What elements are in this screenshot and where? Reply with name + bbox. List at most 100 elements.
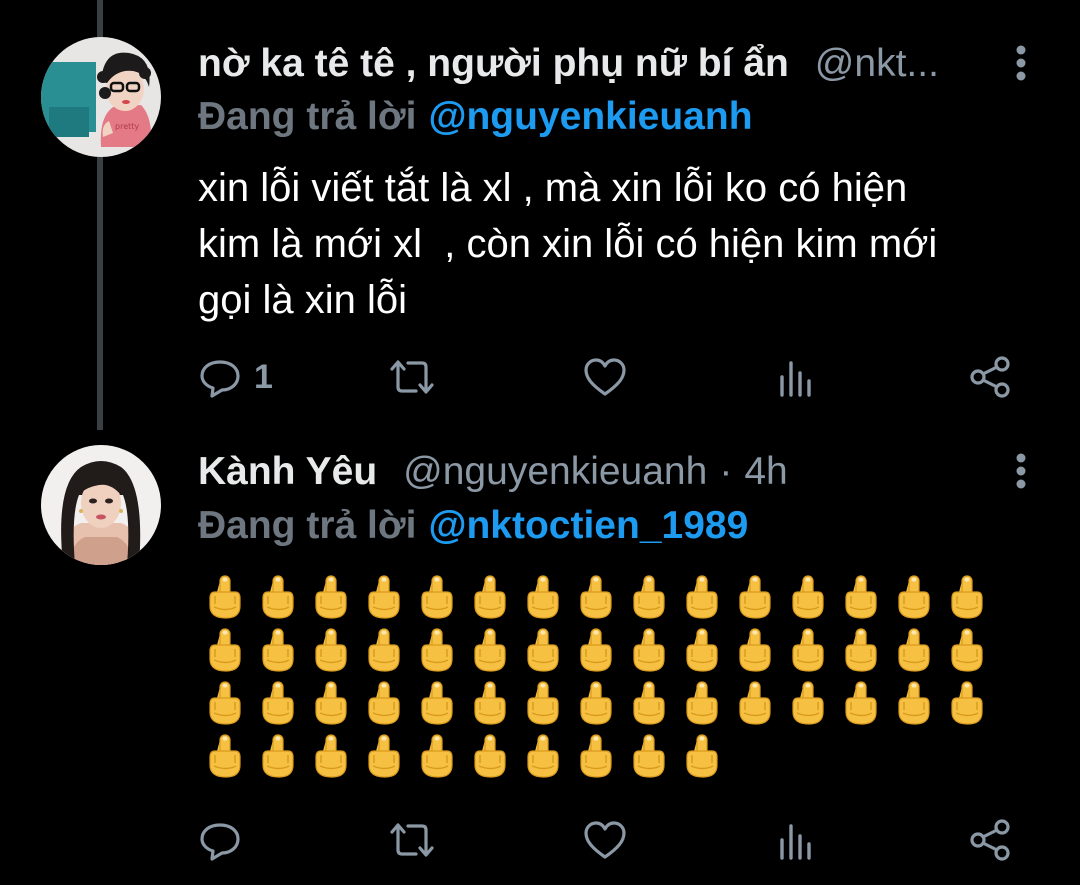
middle-finger-emoji <box>940 623 993 676</box>
retweet-button[interactable] <box>386 352 438 402</box>
middle-finger-emoji <box>569 676 622 729</box>
middle-finger-emoji <box>781 570 834 623</box>
middle-finger-emoji <box>834 623 887 676</box>
middle-finger-emoji <box>569 570 622 623</box>
middle-finger-emoji <box>622 623 675 676</box>
middle-finger-emoji <box>251 729 304 782</box>
middle-finger-emoji <box>516 623 569 676</box>
handle[interactable]: @nkt... <box>815 42 939 86</box>
avatar[interactable]: pretty <box>41 37 161 157</box>
middle-finger-emoji <box>463 623 516 676</box>
replying-to-handle[interactable]: @nguyenkieuanh <box>428 95 752 139</box>
middle-finger-emoji <box>357 570 410 623</box>
middle-finger-emoji <box>304 729 357 782</box>
middle-finger-emoji <box>675 623 728 676</box>
heart-icon <box>584 821 626 859</box>
share-icon <box>970 356 1010 398</box>
middle-finger-emoji <box>569 623 622 676</box>
share-icon <box>970 819 1010 861</box>
reply-button[interactable] <box>198 815 242 865</box>
retweet-icon <box>390 823 434 857</box>
middle-finger-emoji <box>516 570 569 623</box>
like-button[interactable] <box>582 352 628 402</box>
share-button[interactable] <box>968 352 1012 402</box>
heart-icon <box>584 358 626 396</box>
replying-to-handle-part: @nkt <box>428 504 525 547</box>
avatar-photo-icon <box>41 445 161 565</box>
analytics-icon <box>780 824 811 860</box>
emoji-content <box>198 570 998 782</box>
more-options-button[interactable] <box>1006 38 1036 88</box>
middle-finger-emoji <box>198 729 251 782</box>
replying-to: Đang trả lời @nguyenkieuanh <box>198 89 753 145</box>
middle-finger-emoji <box>781 623 834 676</box>
reply-button[interactable]: 1 <box>198 352 273 402</box>
more-options-button[interactable] <box>1006 446 1036 496</box>
middle-finger-emoji <box>251 676 304 729</box>
middle-finger-emoji <box>781 676 834 729</box>
replying-to-handle[interactable]: @nktoctien_1989 <box>428 504 748 548</box>
middle-finger-emoji <box>887 676 940 729</box>
middle-finger-emoji <box>251 623 304 676</box>
middle-finger-emoji <box>463 729 516 782</box>
middle-finger-emoji <box>675 676 728 729</box>
middle-finger-emoji <box>357 623 410 676</box>
replying-to-label: Đang trả lời <box>198 95 417 138</box>
more-vertical-icon <box>1016 453 1026 489</box>
reply-icon <box>200 360 240 398</box>
middle-finger-emoji <box>304 623 357 676</box>
middle-finger-emoji <box>622 676 675 729</box>
middle-finger-emoji <box>198 623 251 676</box>
middle-finger-emoji <box>834 676 887 729</box>
tweet-header: Kành Yêu @nguyenkieuanh · 4h <box>198 442 988 502</box>
display-name[interactable]: Kành Yêu <box>198 450 377 494</box>
reply-icon <box>200 823 240 861</box>
middle-finger-emoji <box>463 570 516 623</box>
middle-finger-emoji <box>357 676 410 729</box>
middle-finger-emoji <box>569 729 622 782</box>
handle[interactable]: @nguyenkieuanh <box>403 450 707 494</box>
replying-to-label: Đang trả lời <box>198 504 417 547</box>
middle-finger-emoji <box>622 729 675 782</box>
middle-finger-emoji <box>304 676 357 729</box>
middle-finger-emoji <box>463 676 516 729</box>
reply-count: 1 <box>254 357 273 396</box>
middle-finger-emoji <box>622 570 675 623</box>
middle-finger-emoji <box>198 570 251 623</box>
middle-finger-emoji <box>728 623 781 676</box>
middle-finger-emoji <box>834 570 887 623</box>
middle-finger-emoji <box>887 570 940 623</box>
analytics-button[interactable] <box>776 352 816 402</box>
middle-finger-emoji <box>940 676 993 729</box>
replying-to: Đang trả lời @nktoctien_1989 <box>198 498 748 554</box>
middle-finger-emoji <box>410 676 463 729</box>
middle-finger-emoji <box>304 570 357 623</box>
timestamp[interactable]: 4h <box>744 450 787 494</box>
middle-finger-emoji <box>357 729 410 782</box>
more-vertical-icon <box>1016 45 1026 81</box>
separator-dot: · <box>719 450 733 493</box>
middle-finger-emoji <box>516 676 569 729</box>
replying-to-handle-part: octien_1989 <box>524 504 749 547</box>
analytics-button[interactable] <box>776 815 816 865</box>
middle-finger-emoji <box>251 570 304 623</box>
tweet-actions: 1 <box>198 352 1028 402</box>
middle-finger-emoji <box>410 729 463 782</box>
display-name[interactable]: nờ ka tê tê , người phụ nữ bí ẩn <box>198 42 789 86</box>
middle-finger-emoji <box>728 676 781 729</box>
svg-text:pretty: pretty <box>115 122 139 131</box>
middle-finger-emoji <box>940 570 993 623</box>
middle-finger-emoji <box>728 570 781 623</box>
share-button[interactable] <box>968 815 1012 865</box>
middle-finger-emoji <box>410 623 463 676</box>
middle-finger-emoji <box>410 570 463 623</box>
middle-finger-emoji <box>887 623 940 676</box>
like-button[interactable] <box>582 815 628 865</box>
tweet-header: nờ ka tê tê , người phụ nữ bí ẩn @nkt... <box>198 34 988 94</box>
avatar[interactable] <box>41 445 161 565</box>
retweet-button[interactable] <box>386 815 438 865</box>
tweet-1[interactable]: pretty nờ ka tê tê , người phụ nữ bí ẩn … <box>0 0 1080 430</box>
tweet-text: xin lỗi viết tắt là xl , mà xin lỗi ko c… <box>198 166 938 322</box>
analytics-icon <box>780 361 811 397</box>
tweet-actions <box>198 815 1028 865</box>
